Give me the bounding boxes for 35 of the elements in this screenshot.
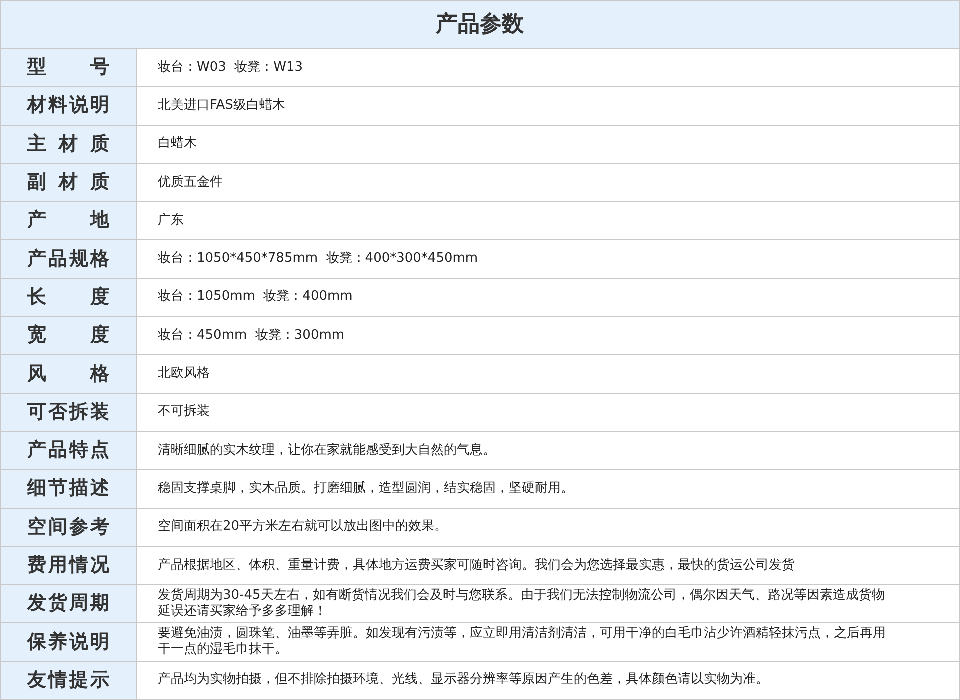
row-value: 稳固支撑桌脚，实木品质。打磨细腻，造型圆润，结实稳固，坚硬耐用。 (158, 480, 574, 497)
row-value: 妆台：450mm 妆凳：300mm (158, 328, 345, 344)
row-value: 清晰细腻的实木纹理，让你在家就能感受到大自然的气息。 (158, 442, 496, 459)
row-label: 主 材 质 (28, 134, 110, 154)
row-value: 空间面积在20平方米左右就可以放出图中的效果。 (158, 519, 448, 536)
row-label: 保养说明 (28, 632, 110, 652)
row-value: 不可拆装 (158, 404, 210, 420)
row-label: 产 地 (28, 211, 110, 230)
row-value: 产品均为实物拍摄，但不排除拍摄环境、光线、显示器分辨率等原因产生的色差，具体颜色请以实物为准。 (158, 672, 769, 688)
row-label: 友情提示 (28, 670, 110, 690)
row-value: 产品根据地区、体积、重量计费，具体地方运费买家可随时咨询。我们会为您选择最实惠，最快的货运公司发货 (158, 558, 795, 574)
row-value: 发货周期为30-45天左右，如有断货情况我们会及时与您联系。由于我们无法控制物流公司，偶尔因天气、路况等因素造成货物延误还请买家给予多多理解！ (158, 588, 886, 620)
row-label: 发货周期 (28, 594, 110, 614)
row-label: 材料说明 (28, 96, 110, 116)
row-value: 北美进口FAS级白蜡木 (158, 98, 286, 114)
row-value: 白蜡木 (158, 136, 197, 152)
table-title: 产品参数 (1, 1, 959, 49)
row-label: 型 号 (28, 58, 110, 78)
row-value: 妆台：W03 妆凳：W13 (158, 60, 304, 76)
row-value: 广东 (158, 212, 184, 229)
row-value: 要避免油渍，圆珠笔、油墨等弄脏。如发现有污渍等，应立即用清洁剂清洁，可用干净的白毛巾沾少许酒精轻抹污点，之后再用干一点的湿毛巾抹干。 (158, 626, 887, 658)
row-label: 可否拆装 (28, 402, 110, 422)
row-value: 北欧风格 (158, 366, 210, 382)
row-label: 空间参考 (28, 518, 110, 537)
row-label: 宽 度 (28, 326, 110, 346)
row-label: 长 度 (28, 288, 110, 307)
row-label: 副 材 质 (28, 173, 110, 192)
row-label: 产品规格 (28, 250, 110, 269)
row-label: 产品特点 (28, 441, 110, 460)
row-value: 妆台：1050*450*785mm 妆凳：400*300*450mm (158, 251, 478, 268)
row-label: 费用情况 (28, 556, 110, 575)
row-value: 妆台：1050mm 妆凳：400mm (158, 289, 353, 306)
row-label: 风 格 (28, 364, 110, 384)
row-label: 细节描述 (28, 479, 110, 498)
row-value: 优质五金件 (158, 174, 223, 191)
